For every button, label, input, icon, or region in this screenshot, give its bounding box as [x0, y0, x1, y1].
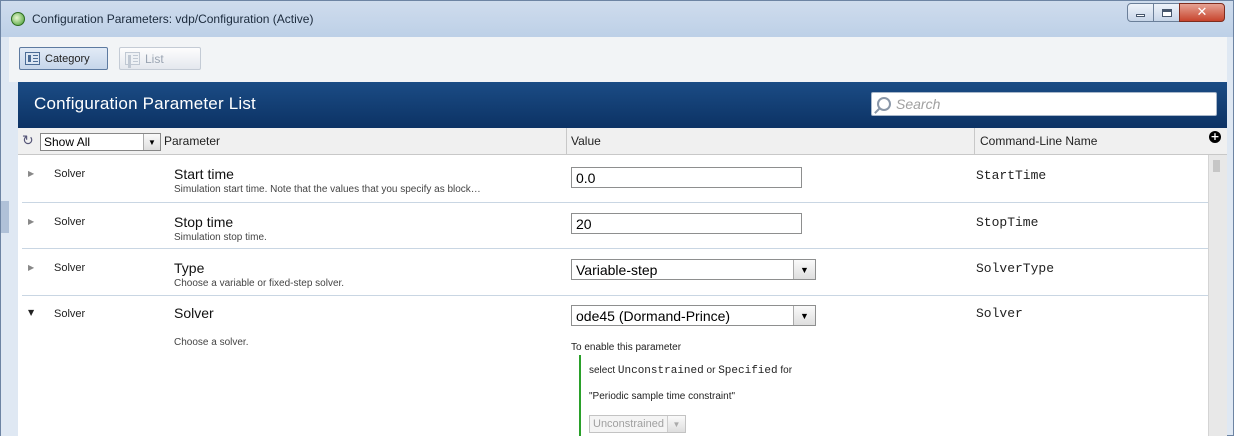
expand-arrow-icon[interactable]: ▶ — [28, 217, 34, 226]
app-icon — [11, 12, 25, 26]
close-button[interactable]: ✕ — [1179, 3, 1225, 22]
parameter-description: Simulation stop time. — [174, 232, 267, 243]
add-column-icon[interactable]: + — [1209, 131, 1221, 143]
selected-value: ode45 (Dormand-Prince) — [576, 307, 731, 324]
list-icon — [125, 52, 140, 65]
row-category: Solver — [54, 168, 86, 180]
refresh-icon[interactable]: ↻ — [22, 134, 36, 148]
row-category: Solver — [54, 216, 86, 228]
dependency-parameter-name: "Periodic sample time constraint" — [589, 391, 736, 402]
dependency-option: Unconstrained — [617, 365, 704, 377]
title-bar[interactable]: Configuration Parameters: vdp/Configurat… — [1, 1, 1233, 37]
disabled-value: Unconstrained — [593, 418, 664, 430]
dropdown-arrow-icon: ▼ — [666, 416, 685, 432]
window-title: Configuration Parameters: vdp/Configurat… — [32, 12, 314, 26]
list-view-button[interactable]: List — [119, 47, 201, 70]
start-time-input[interactable] — [571, 167, 802, 188]
table-row[interactable]: ▶ Solver Start time Simulation start tim… — [18, 155, 1208, 201]
dependency-text: for — [777, 365, 793, 376]
command-line-name: SolverType — [976, 261, 1055, 276]
column-header-parameter[interactable]: Parameter — [164, 134, 220, 148]
maximize-icon — [1161, 8, 1172, 17]
row-category: Solver — [54, 262, 86, 274]
panel-header: Configuration Parameter List — [18, 82, 1227, 128]
stop-time-input[interactable] — [571, 213, 802, 234]
selected-value: Variable-step — [576, 261, 658, 278]
config-window: Configuration Parameters: vdp/Configurat… — [0, 0, 1234, 436]
parameter-description: Choose a variable or fixed-step solver. — [174, 278, 345, 289]
dependency-text: select — [589, 365, 618, 376]
solver-type-select[interactable]: Variable-step ▼ — [571, 259, 816, 280]
column-header-value[interactable]: Value — [571, 134, 601, 148]
column-header-command-line[interactable]: Command-Line Name — [980, 134, 1097, 148]
minimize-button[interactable] — [1127, 3, 1154, 22]
list-label: List — [145, 51, 164, 66]
parameter-description: Simulation start time. Note that the val… — [174, 184, 481, 195]
parameter-name: Solver — [174, 305, 214, 321]
periodic-constraint-select: Unconstrained ▼ — [589, 415, 686, 433]
minimize-icon — [1136, 14, 1145, 17]
window-controls: ✕ — [1127, 3, 1225, 22]
expand-arrow-icon[interactable]: ▶ — [28, 263, 34, 272]
command-line-name: StartTime — [976, 168, 1047, 183]
panel-title: Configuration Parameter List — [34, 94, 256, 113]
command-line-name: StopTime — [976, 215, 1039, 230]
close-icon: ✕ — [1196, 5, 1208, 20]
table-row[interactable]: ▶ Solver Type Choose a variable or fixed… — [18, 249, 1208, 295]
command-line-name: Solver — [976, 306, 1023, 321]
scrollbar-thumb[interactable] — [1213, 160, 1220, 172]
view-toolbar: Category List — [9, 37, 1227, 82]
dependency-heading: To enable this parameter — [571, 342, 682, 353]
left-gutter — [1, 128, 18, 436]
left-gutter-accent — [1, 201, 9, 233]
search-box[interactable] — [871, 92, 1217, 116]
collapse-arrow-icon[interactable]: ▼ — [28, 308, 34, 317]
category-icon — [25, 52, 40, 65]
dropdown-arrow-icon[interactable]: ▼ — [793, 306, 815, 325]
parameter-list: ▶ Solver Start time Simulation start tim… — [18, 155, 1208, 436]
solver-select[interactable]: ode45 (Dormand-Prince) ▼ — [571, 305, 816, 326]
dependency-instruction: select Unconstrained or Specified for — [589, 365, 792, 377]
dependency-indicator — [579, 355, 581, 436]
column-divider[interactable] — [974, 128, 975, 155]
filter-value: Show All — [44, 135, 91, 149]
search-input[interactable] — [896, 95, 1206, 113]
parameter-description: Choose a solver. — [174, 337, 249, 348]
parameter-name: Type — [174, 260, 205, 276]
column-divider[interactable] — [566, 128, 567, 155]
category-view-button[interactable]: Category — [19, 47, 108, 70]
row-category: Solver — [54, 308, 86, 320]
maximize-button[interactable] — [1153, 3, 1180, 22]
dependency-option: Specified — [718, 365, 778, 377]
filter-dropdown[interactable]: Show All ▼ — [40, 133, 161, 151]
search-icon — [877, 97, 891, 111]
grid-header: ↻ Show All ▼ Parameter Value Command-Lin… — [18, 128, 1227, 155]
table-row[interactable]: ▶ Solver Stop time Simulation stop time.… — [18, 203, 1208, 248]
parameter-name: Stop time — [174, 214, 234, 230]
expand-arrow-icon[interactable]: ▶ — [28, 169, 34, 178]
dependency-text: or — [703, 365, 719, 376]
vertical-scrollbar[interactable] — [1208, 155, 1227, 436]
dropdown-arrow-icon[interactable]: ▼ — [143, 134, 160, 150]
dropdown-arrow-icon[interactable]: ▼ — [793, 260, 815, 279]
parameter-name: Start time — [174, 166, 234, 182]
category-label: Category — [45, 52, 90, 65]
